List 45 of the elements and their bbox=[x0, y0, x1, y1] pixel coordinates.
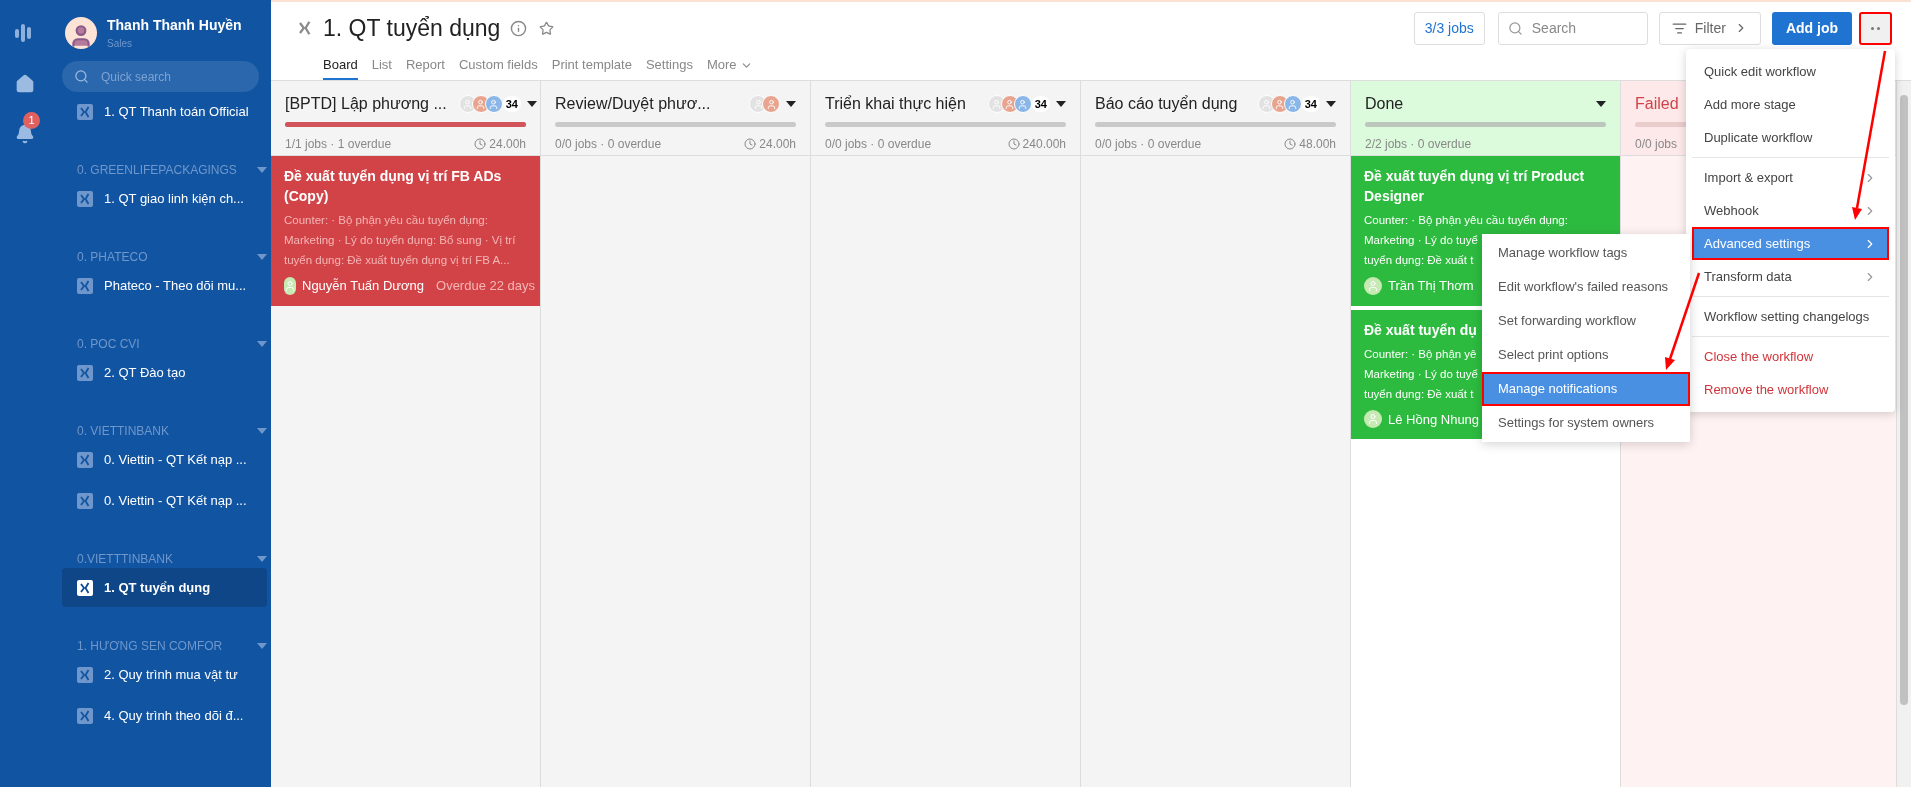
duration: 240.00h bbox=[1022, 136, 1066, 153]
section-header: 0. VIETTINBANK bbox=[77, 423, 171, 440]
member-count: 34 bbox=[1031, 95, 1050, 113]
job-summary: 0/0 jobs · 0 overdue bbox=[555, 136, 662, 153]
column-title: Done bbox=[1365, 94, 1404, 114]
member-count: 34 bbox=[1301, 95, 1320, 113]
job-summary: 0/0 jobs · 0 overdue bbox=[825, 136, 932, 153]
duration: 24.00h bbox=[759, 136, 796, 153]
card-title: Đề xuất tuyển dụ bbox=[1364, 320, 1477, 340]
section-header: 0. GREENLIFEPACKAGINGS bbox=[77, 162, 238, 179]
card-title: Đề xuất tuyển dụng vị trí FB ADs (Copy) bbox=[284, 167, 503, 206]
assignee-name: Lê Hồng Nhung bbox=[1388, 410, 1480, 429]
card-description: tuyển dụng: Đề xuất t bbox=[1364, 253, 1474, 268]
card-description: Marketing · Lý do tuyể bbox=[1364, 233, 1478, 248]
job-summary: 2/2 jobs · 0 overdue bbox=[1365, 136, 1472, 153]
card-description: Marketing · Lý do tuyể bbox=[1364, 366, 1478, 382]
user-role: Sales bbox=[107, 37, 133, 51]
section-header: 0. PHATECO bbox=[77, 249, 149, 266]
section-header: 1. HƯƠNG SEN COMFOR bbox=[77, 638, 224, 655]
column-title: Báo cáo tuyển dụng bbox=[1095, 94, 1238, 114]
section-header: 0. POC CVI bbox=[77, 336, 141, 353]
duration: 48.00h bbox=[1299, 136, 1336, 153]
job-summary: 0/0 jobs bbox=[1635, 136, 1678, 153]
card-description: Counter: · Bộ phận yê bbox=[1364, 346, 1477, 362]
assignee-name: Trần Thị Thơm bbox=[1388, 277, 1474, 295]
column-title: [BPTD] Lập phương ... bbox=[285, 94, 447, 114]
column-title: Failed bbox=[1635, 94, 1679, 114]
assignee-name: Nguyễn Tuấn Dương bbox=[302, 277, 425, 295]
duration: 24.00h bbox=[489, 136, 526, 153]
card-description: Counter: · Bộ phận yêu cầu tuyển dụng: bbox=[1364, 213, 1568, 228]
workflow-title: 1. QT tuyển dụng bbox=[323, 13, 501, 43]
section-header: 0.VIETTTINBANK bbox=[77, 551, 175, 568]
due-status: Overdue 22 days bbox=[436, 277, 536, 295]
notification-badge: 1 bbox=[23, 112, 40, 129]
member-count: 34 bbox=[502, 95, 521, 113]
card-description: tuyển dụng: Đề xuất tuyển dụng vị trí FB A... bbox=[284, 253, 510, 268]
card-description: tuyển dụng: Đề xuất t bbox=[1364, 386, 1474, 402]
column-title: Review/Duyệt phươ... bbox=[555, 94, 711, 114]
job-summary: 1/1 jobs · 1 overdue bbox=[285, 136, 392, 153]
card-description: Marketing · Lý do tuyển dụng: Bổ sung · Vị trí bbox=[284, 233, 516, 248]
user-name: Thanh Thanh Huyền bbox=[107, 16, 242, 35]
card-title: Đề xuất tuyển dụng vị trí Product Designer bbox=[1364, 167, 1586, 206]
job-summary: 0/0 jobs · 0 overdue bbox=[1095, 136, 1202, 153]
column-title: Triển khai thực hiện bbox=[825, 94, 966, 114]
card-description: Counter: · Bộ phận yêu cầu tuyển dụng: bbox=[284, 213, 488, 228]
